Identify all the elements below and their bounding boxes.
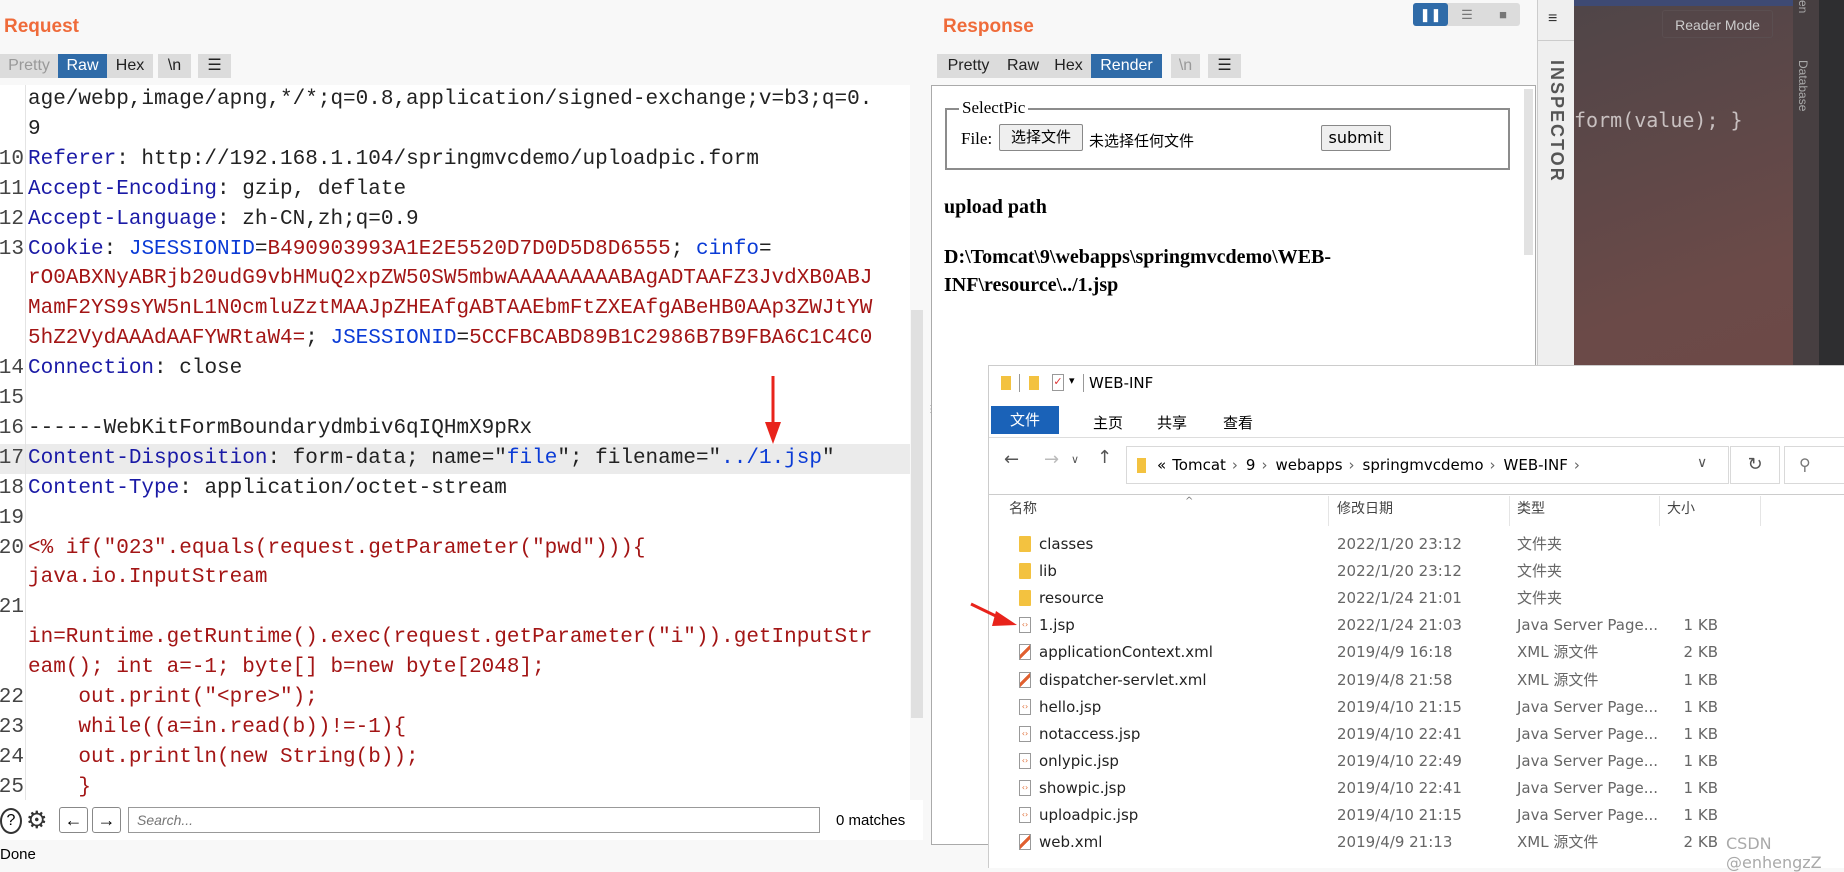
- annotation-overlay: [765, 376, 1017, 626]
- red-arrow-down-annotation: [765, 376, 781, 444]
- red-arrow-right-annotation: [970, 602, 1017, 626]
